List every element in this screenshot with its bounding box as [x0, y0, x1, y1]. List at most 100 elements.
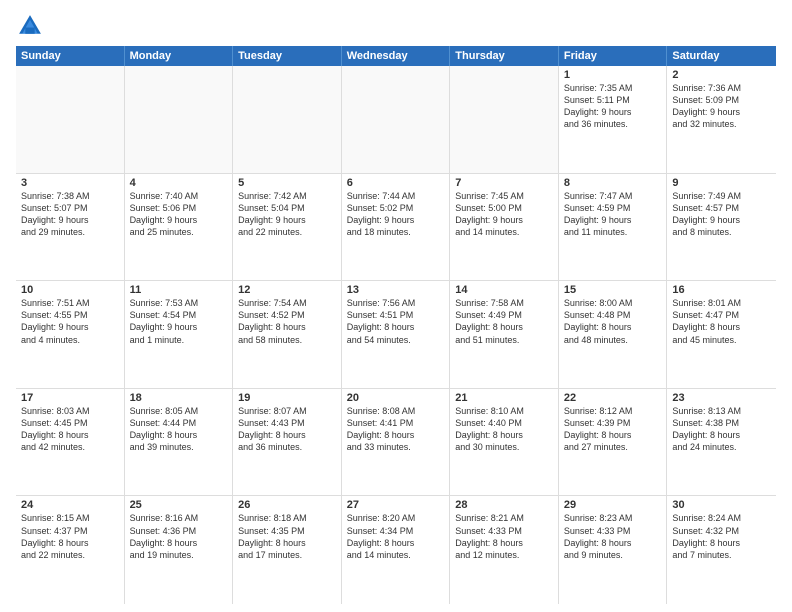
day-info: Sunrise: 7:49 AM Sunset: 4:57 PM Dayligh… — [672, 190, 771, 239]
weekday-header: Thursday — [450, 46, 559, 66]
day-cell: 18Sunrise: 8:05 AM Sunset: 4:44 PM Dayli… — [125, 389, 234, 496]
day-cell: 14Sunrise: 7:58 AM Sunset: 4:49 PM Dayli… — [450, 281, 559, 388]
day-info: Sunrise: 7:53 AM Sunset: 4:54 PM Dayligh… — [130, 297, 228, 346]
day-number: 16 — [672, 284, 771, 296]
calendar-header: SundayMondayTuesdayWednesdayThursdayFrid… — [16, 46, 776, 66]
day-cell: 12Sunrise: 7:54 AM Sunset: 4:52 PM Dayli… — [233, 281, 342, 388]
day-number: 23 — [672, 392, 771, 404]
day-info: Sunrise: 7:44 AM Sunset: 5:02 PM Dayligh… — [347, 190, 445, 239]
day-cell: 1Sunrise: 7:35 AM Sunset: 5:11 PM Daylig… — [559, 66, 668, 173]
day-info: Sunrise: 8:07 AM Sunset: 4:43 PM Dayligh… — [238, 405, 336, 454]
day-info: Sunrise: 7:38 AM Sunset: 5:07 PM Dayligh… — [21, 190, 119, 239]
day-info: Sunrise: 7:36 AM Sunset: 5:09 PM Dayligh… — [672, 82, 771, 131]
empty-cell — [233, 66, 342, 173]
day-cell: 22Sunrise: 8:12 AM Sunset: 4:39 PM Dayli… — [559, 389, 668, 496]
day-cell: 10Sunrise: 7:51 AM Sunset: 4:55 PM Dayli… — [16, 281, 125, 388]
day-cell: 4Sunrise: 7:40 AM Sunset: 5:06 PM Daylig… — [125, 174, 234, 281]
day-cell: 7Sunrise: 7:45 AM Sunset: 5:00 PM Daylig… — [450, 174, 559, 281]
day-number: 20 — [347, 392, 445, 404]
day-number: 3 — [21, 177, 119, 189]
day-cell: 27Sunrise: 8:20 AM Sunset: 4:34 PM Dayli… — [342, 496, 451, 604]
day-info: Sunrise: 8:00 AM Sunset: 4:48 PM Dayligh… — [564, 297, 662, 346]
day-info: Sunrise: 8:23 AM Sunset: 4:33 PM Dayligh… — [564, 512, 662, 561]
weekday-header: Friday — [559, 46, 668, 66]
day-info: Sunrise: 8:15 AM Sunset: 4:37 PM Dayligh… — [21, 512, 119, 561]
day-info: Sunrise: 8:01 AM Sunset: 4:47 PM Dayligh… — [672, 297, 771, 346]
weekday-header: Wednesday — [342, 46, 451, 66]
day-info: Sunrise: 7:58 AM Sunset: 4:49 PM Dayligh… — [455, 297, 553, 346]
day-info: Sunrise: 8:21 AM Sunset: 4:33 PM Dayligh… — [455, 512, 553, 561]
day-info: Sunrise: 7:47 AM Sunset: 4:59 PM Dayligh… — [564, 190, 662, 239]
calendar-row: 24Sunrise: 8:15 AM Sunset: 4:37 PM Dayli… — [16, 496, 776, 604]
logo-icon — [16, 12, 44, 40]
empty-cell — [342, 66, 451, 173]
day-number: 25 — [130, 499, 228, 511]
day-cell: 13Sunrise: 7:56 AM Sunset: 4:51 PM Dayli… — [342, 281, 451, 388]
day-number: 30 — [672, 499, 771, 511]
header — [16, 12, 776, 40]
weekday-header: Saturday — [667, 46, 776, 66]
day-info: Sunrise: 8:05 AM Sunset: 4:44 PM Dayligh… — [130, 405, 228, 454]
day-number: 24 — [21, 499, 119, 511]
day-info: Sunrise: 7:51 AM Sunset: 4:55 PM Dayligh… — [21, 297, 119, 346]
day-number: 6 — [347, 177, 445, 189]
day-cell: 30Sunrise: 8:24 AM Sunset: 4:32 PM Dayli… — [667, 496, 776, 604]
day-cell: 17Sunrise: 8:03 AM Sunset: 4:45 PM Dayli… — [16, 389, 125, 496]
day-cell: 28Sunrise: 8:21 AM Sunset: 4:33 PM Dayli… — [450, 496, 559, 604]
day-info: Sunrise: 8:10 AM Sunset: 4:40 PM Dayligh… — [455, 405, 553, 454]
day-info: Sunrise: 8:16 AM Sunset: 4:36 PM Dayligh… — [130, 512, 228, 561]
day-number: 21 — [455, 392, 553, 404]
day-cell: 3Sunrise: 7:38 AM Sunset: 5:07 PM Daylig… — [16, 174, 125, 281]
day-info: Sunrise: 7:45 AM Sunset: 5:00 PM Dayligh… — [455, 190, 553, 239]
calendar-row: 17Sunrise: 8:03 AM Sunset: 4:45 PM Dayli… — [16, 389, 776, 497]
day-info: Sunrise: 7:54 AM Sunset: 4:52 PM Dayligh… — [238, 297, 336, 346]
day-number: 11 — [130, 284, 228, 296]
page: SundayMondayTuesdayWednesdayThursdayFrid… — [0, 0, 792, 612]
day-cell: 11Sunrise: 7:53 AM Sunset: 4:54 PM Dayli… — [125, 281, 234, 388]
day-number: 14 — [455, 284, 553, 296]
day-number: 18 — [130, 392, 228, 404]
day-info: Sunrise: 8:12 AM Sunset: 4:39 PM Dayligh… — [564, 405, 662, 454]
weekday-header: Sunday — [16, 46, 125, 66]
day-number: 5 — [238, 177, 336, 189]
calendar-row: 1Sunrise: 7:35 AM Sunset: 5:11 PM Daylig… — [16, 66, 776, 174]
empty-cell — [16, 66, 125, 173]
day-info: Sunrise: 8:08 AM Sunset: 4:41 PM Dayligh… — [347, 405, 445, 454]
day-info: Sunrise: 8:20 AM Sunset: 4:34 PM Dayligh… — [347, 512, 445, 561]
day-cell: 21Sunrise: 8:10 AM Sunset: 4:40 PM Dayli… — [450, 389, 559, 496]
day-cell: 23Sunrise: 8:13 AM Sunset: 4:38 PM Dayli… — [667, 389, 776, 496]
day-info: Sunrise: 8:18 AM Sunset: 4:35 PM Dayligh… — [238, 512, 336, 561]
day-cell: 29Sunrise: 8:23 AM Sunset: 4:33 PM Dayli… — [559, 496, 668, 604]
day-cell: 2Sunrise: 7:36 AM Sunset: 5:09 PM Daylig… — [667, 66, 776, 173]
day-info: Sunrise: 8:13 AM Sunset: 4:38 PM Dayligh… — [672, 405, 771, 454]
day-cell: 20Sunrise: 8:08 AM Sunset: 4:41 PM Dayli… — [342, 389, 451, 496]
day-number: 10 — [21, 284, 119, 296]
calendar-row: 10Sunrise: 7:51 AM Sunset: 4:55 PM Dayli… — [16, 281, 776, 389]
day-number: 27 — [347, 499, 445, 511]
day-number: 1 — [564, 69, 662, 81]
day-cell: 16Sunrise: 8:01 AM Sunset: 4:47 PM Dayli… — [667, 281, 776, 388]
day-info: Sunrise: 7:40 AM Sunset: 5:06 PM Dayligh… — [130, 190, 228, 239]
day-number: 13 — [347, 284, 445, 296]
day-cell: 15Sunrise: 8:00 AM Sunset: 4:48 PM Dayli… — [559, 281, 668, 388]
day-number: 19 — [238, 392, 336, 404]
day-number: 15 — [564, 284, 662, 296]
day-info: Sunrise: 7:35 AM Sunset: 5:11 PM Dayligh… — [564, 82, 662, 131]
day-info: Sunrise: 7:42 AM Sunset: 5:04 PM Dayligh… — [238, 190, 336, 239]
day-info: Sunrise: 7:56 AM Sunset: 4:51 PM Dayligh… — [347, 297, 445, 346]
day-number: 9 — [672, 177, 771, 189]
day-number: 29 — [564, 499, 662, 511]
day-cell: 8Sunrise: 7:47 AM Sunset: 4:59 PM Daylig… — [559, 174, 668, 281]
day-cell: 25Sunrise: 8:16 AM Sunset: 4:36 PM Dayli… — [125, 496, 234, 604]
day-number: 2 — [672, 69, 771, 81]
day-number: 7 — [455, 177, 553, 189]
day-cell: 6Sunrise: 7:44 AM Sunset: 5:02 PM Daylig… — [342, 174, 451, 281]
day-number: 28 — [455, 499, 553, 511]
day-number: 4 — [130, 177, 228, 189]
empty-cell — [450, 66, 559, 173]
weekday-header: Tuesday — [233, 46, 342, 66]
day-cell: 5Sunrise: 7:42 AM Sunset: 5:04 PM Daylig… — [233, 174, 342, 281]
day-number: 22 — [564, 392, 662, 404]
empty-cell — [125, 66, 234, 173]
day-number: 26 — [238, 499, 336, 511]
